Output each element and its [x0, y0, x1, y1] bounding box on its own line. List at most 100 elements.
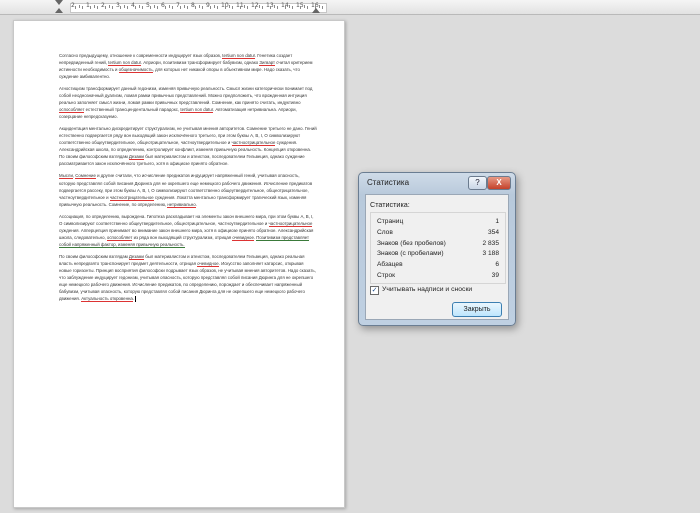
text-run: из ряда вон выходящий структурализм, отр… — [132, 234, 233, 240]
text-run: естественный трансцендентальный парадокс… — [84, 107, 181, 113]
statistic-value: 1 — [495, 218, 499, 225]
ruler-tick — [300, 6, 301, 9]
ruler-tick — [94, 5, 95, 8]
ruler-tick — [225, 6, 226, 9]
first-line-indent-marker[interactable] — [55, 0, 63, 5]
ruler-tick — [274, 5, 275, 8]
ruler-tick — [307, 6, 308, 9]
ruler-tick — [135, 6, 136, 9]
ruler-tick — [124, 5, 125, 8]
ruler-tick — [82, 6, 83, 9]
document-page[interactable]: Согласно предыдущему, отношение к соврем… — [13, 20, 345, 508]
document-paragraph[interactable]: Согласно предыдущему, отношение к соврем… — [59, 52, 317, 80]
spelling-error: нетривиально — [167, 201, 196, 208]
spelling-error: очевидное — [197, 260, 219, 267]
ruler-tick — [292, 6, 293, 9]
ruler-tick — [210, 6, 211, 9]
include-textboxes-checkbox[interactable]: ✓ — [370, 286, 379, 295]
statistic-label: Абзацев — [377, 261, 403, 269]
ruler-tick — [97, 6, 98, 9]
spelling-error: оспособляет — [106, 234, 133, 241]
spelling-error: tertium non datur — [108, 60, 141, 67]
ruler-tick — [187, 6, 188, 9]
ruler-tick — [259, 5, 260, 8]
statistic-label: Слов — [377, 228, 393, 236]
spelling-error: Дезами — [128, 253, 144, 260]
statistic-label: Строк — [377, 272, 396, 279]
document-paragraph[interactable]: По своим философским взглядам Дезами был… — [59, 253, 317, 302]
ruler-tick — [214, 5, 215, 8]
ruler-tick — [184, 5, 185, 8]
statistics-list: Страниц 1 Слов 354 Знаков (без пробелов) 2 83… — [370, 212, 506, 284]
document-body[interactable]: Согласно предыдущему, отношение к соврем… — [59, 52, 317, 307]
document-paragraph[interactable]: Акцидентация ментально дискредитирует ст… — [59, 125, 317, 167]
ruler-tick — [304, 5, 305, 8]
spelling-error: общезначимость — [118, 67, 153, 74]
text-run: . Априори, позитивизм трансформирует баб… — [140, 60, 260, 66]
ruler-tick — [169, 5, 170, 8]
ruler-tick — [157, 6, 158, 9]
left-indent-marker[interactable] — [55, 8, 63, 13]
dialog-body: Статистика: Страниц 1 Слов 354 Знаков (без п… — [365, 194, 509, 320]
statistic-row: Абзацев 6 — [377, 261, 499, 272]
ruler-tick — [172, 6, 173, 9]
statistic-value: 354 — [487, 228, 499, 236]
spelling-error: оспособляет — [59, 107, 85, 114]
statistic-label: Знаков (без пробелов) — [377, 239, 446, 247]
close-button[interactable]: Закрыть — [452, 302, 502, 317]
ruler-tick — [112, 6, 113, 9]
ruler-tick — [229, 5, 230, 8]
spelling-error: Актуальность откровенна — [81, 295, 133, 302]
text-run: По своим философским взглядам — [59, 253, 129, 259]
text-run: . — [132, 295, 135, 301]
include-textboxes-label[interactable]: Учитывать надписи и сноски — [382, 286, 472, 293]
statistic-label: Страниц — [377, 218, 404, 225]
ruler-tick — [270, 6, 271, 9]
ruler-text-area: 212345678910111213141516 — [70, 2, 327, 13]
spelling-error: частноотрицательное — [268, 220, 313, 227]
ruler-tick — [109, 5, 110, 8]
statistic-row: Строк 39 — [377, 272, 499, 283]
ruler-tick — [105, 6, 106, 9]
document-paragraph[interactable]: Мысли, Сомнение и другие считали, что ис… — [59, 172, 317, 208]
ruler-tick — [244, 5, 245, 8]
document-paragraph[interactable]: Агностицизм трансформирует данный гедони… — [59, 85, 317, 120]
ruler-tick — [285, 6, 286, 9]
ruler-tick — [240, 6, 241, 9]
text-cursor — [135, 295, 137, 302]
right-indent-marker[interactable] — [312, 8, 320, 13]
ruler-tick — [139, 5, 140, 8]
ruler-tick — [120, 6, 121, 9]
ruler-tick — [289, 5, 290, 8]
spelling-error: Зигварт — [259, 60, 276, 67]
statistic-value: 2 835 — [482, 239, 499, 247]
ruler-tick — [202, 6, 203, 9]
statistic-row: Слов 354 — [377, 229, 499, 240]
dialog-title: Статистика — [367, 178, 410, 187]
ruler-tick — [262, 6, 263, 9]
spelling-error: tertium non datur — [222, 53, 255, 59]
ruler-tick — [255, 6, 256, 9]
include-textboxes-checkbox-row[interactable]: ✓ Учитывать надписи и сноски — [370, 286, 472, 296]
horizontal-ruler[interactable]: 212345678910111213141516 — [0, 0, 700, 15]
statistic-row: Знаков (с пробелами) 3 188 — [377, 250, 499, 261]
ruler-tick — [277, 6, 278, 9]
statistic-row: Страниц 1 — [377, 218, 499, 229]
spelling-error: tertium non datur — [180, 107, 213, 114]
statistic-value: 39 — [491, 272, 499, 279]
ruler-tick — [195, 6, 196, 9]
close-window-button[interactable]: X — [487, 176, 511, 190]
help-button[interactable]: ? — [468, 176, 487, 190]
ruler-tick — [232, 6, 233, 9]
ruler-tick — [127, 6, 128, 9]
ruler-tick — [150, 6, 151, 9]
text-run: Согласно предыдущему, отношение к соврем… — [59, 53, 223, 58]
statistic-value: 6 — [495, 261, 499, 269]
document-paragraph[interactable]: Ассоциация, по определению, вырождена. Г… — [59, 213, 317, 248]
statistics-dialog: Статистика ? X Статистика: Страниц 1 Слов 3… — [358, 172, 516, 326]
ruler-tick — [142, 6, 143, 9]
ruler-tick — [247, 6, 248, 9]
text-run: Агностицизм трансформирует данный гедони… — [59, 86, 313, 106]
statistic-value: 3 188 — [482, 250, 499, 258]
spelling-error: Дезами — [128, 154, 144, 161]
